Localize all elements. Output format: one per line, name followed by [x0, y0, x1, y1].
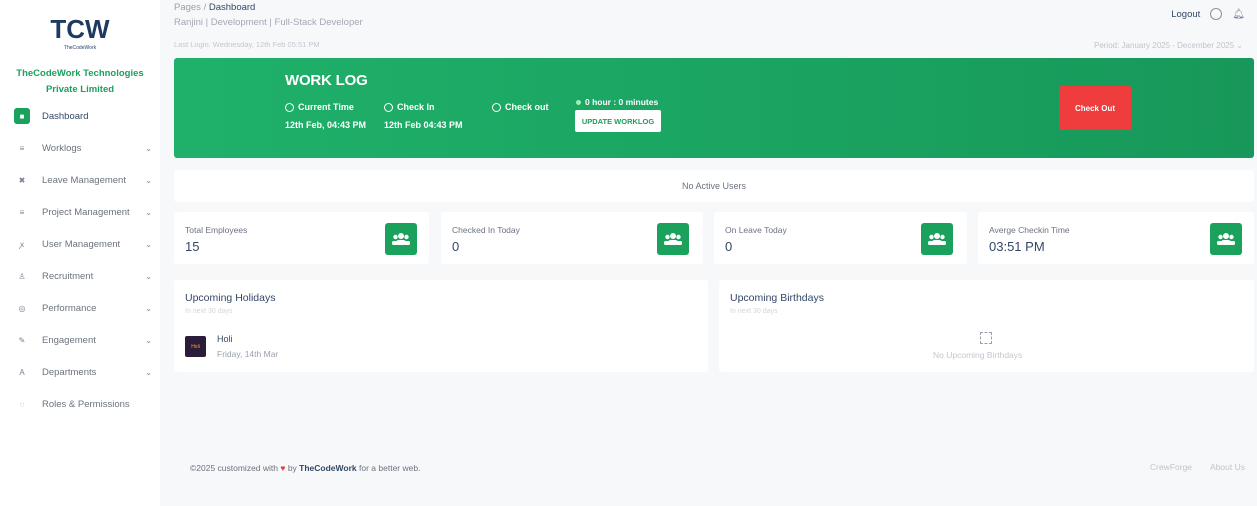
sidebar-item-roles-permissions[interactable]: ◌ Roles & Permissions [8, 388, 158, 420]
check-in: Check In 12th Feb 04:43 PM [384, 102, 463, 130]
holiday-date: Friday, 14th Mar [217, 349, 279, 359]
users-icon [921, 223, 953, 255]
birthdays-title: Upcoming Birthdays [730, 292, 824, 304]
sidebar-nav: ■ Dashboard ≡ Worklogs ⌄ ✖ Leave Management ⌄ ≡ P… [8, 100, 158, 420]
breadcrumb-pages[interactable]: Pages [174, 2, 201, 13]
clock-icon [384, 102, 393, 112]
check-out: Check out [492, 102, 549, 112]
sidebar-item-departments[interactable]: A Departments ⌄ [8, 356, 158, 388]
svg-text:TheCodeWork: TheCodeWork [64, 45, 97, 51]
user-subtitle: Ranjini | Development | Full-Stack Devel… [174, 17, 363, 28]
active-users-panel: No Active Users [174, 170, 1254, 202]
holiday-thumbnail: Holi [185, 336, 206, 357]
clock-icon [285, 102, 294, 112]
users-icon [1210, 223, 1242, 255]
sidebar-item-engagement[interactable]: ✎ Engagement ⌄ [8, 324, 158, 356]
list-icon: ≡ [19, 143, 25, 153]
stat-checked-in: Checked In Today 0 [441, 212, 703, 264]
update-worklog-button[interactable]: UPDATE WORKLOG [575, 110, 661, 132]
sidebar-item-label: Performance [42, 302, 97, 314]
account-icon[interactable] [1210, 8, 1223, 20]
company-logo-icon: TCW TheCodeWork [50, 14, 110, 51]
footer-links: CrewForge About Us [1150, 462, 1245, 472]
worklog-title: WORK LOG [285, 72, 368, 89]
sidebar-item-project-management[interactable]: ≡ Project Management ⌄ [8, 196, 158, 228]
footer-link-about[interactable]: About Us [1210, 462, 1245, 472]
clock-icon [492, 102, 501, 112]
no-active-users-text: No Active Users [681, 181, 747, 191]
users-icon: ꭗ [19, 239, 25, 249]
heart-icon: ♥ [280, 463, 286, 473]
logo[interactable]: TCW TheCodeWork [0, 0, 160, 54]
chevron-down-icon[interactable]: ⌄ [145, 144, 152, 153]
breadcrumb-separator: / [203, 2, 207, 13]
check-out-button[interactable]: Check Out [1059, 86, 1131, 130]
footer-brand-link[interactable]: TheCodeWork [299, 463, 356, 473]
breadcrumb: Pages / Dashboard [174, 2, 255, 13]
list-icon: ≡ [19, 207, 25, 217]
bell-icon[interactable]: 🔔︎ [1232, 9, 1245, 20]
performance-icon: ◎ [18, 303, 26, 313]
breadcrumb-current: Dashboard [208, 2, 256, 13]
sidebar-item-label: Engagement [42, 334, 96, 346]
holiday-name: Holi [217, 334, 233, 344]
svg-text:TCW: TCW [50, 14, 110, 44]
no-birthdays-text: No Upcoming Birthdays [933, 350, 1023, 360]
sidebar-item-performance[interactable]: ◎ Performance ⌄ [8, 292, 158, 324]
current-time-value: 12th Feb, 04:43 PM [285, 120, 367, 130]
sidebar-item-label: User Management [42, 238, 121, 250]
upcoming-holidays-card: Upcoming Holidays In next 30 days Holi H… [174, 280, 708, 372]
chevron-down-icon[interactable]: ⌄ [145, 368, 152, 377]
current-time: Current Time 12th Feb, 04:43 PM [285, 102, 367, 130]
sidebar: TCW TheCodeWork TheCodeWork Technologies… [0, 0, 160, 506]
chevron-down-icon[interactable]: ⌄ [145, 240, 152, 249]
check-in-value: 12th Feb 04:43 PM [384, 120, 463, 130]
worklog-banner: WORK LOG Current Time 12th Feb, 04:43 PM… [174, 58, 1254, 158]
sidebar-item-label: Project Management [42, 206, 130, 218]
stat-total-employees: Total Employees 15 [174, 212, 429, 264]
holidays-subtitle: In next 30 days [185, 308, 233, 315]
users-icon [657, 223, 689, 255]
birthdays-subtitle: In next 30 days [730, 308, 778, 315]
holidays-title: Upcoming Holidays [185, 292, 276, 304]
logout-link[interactable]: Logout [1171, 9, 1200, 20]
sidebar-item-label: Departments [42, 366, 97, 378]
sidebar-item-label: Dashboard [42, 110, 89, 122]
sidebar-item-label: Recruitment [42, 270, 94, 282]
engagement-icon: ✎ [18, 335, 26, 345]
stat-average-checkin: Averge Checkin Time 03:51 PM [978, 212, 1254, 264]
worklog-duration: 0 hour : 0 minutes [576, 97, 658, 107]
empty-state-icon [980, 332, 992, 344]
last-login: Last Login: Wednesday, 12th Feb 05:51 PM [174, 40, 320, 49]
chevron-down-icon[interactable]: ⌄ [145, 208, 152, 217]
grid-icon: ■ [14, 108, 30, 124]
upcoming-birthdays-card: Upcoming Birthdays In next 30 days No Up… [719, 280, 1254, 372]
sidebar-item-recruitment[interactable]: ♙ Recruitment ⌄ [8, 260, 158, 292]
sidebar-item-worklogs[interactable]: ≡ Worklogs ⌄ [8, 132, 158, 164]
sidebar-item-label: Leave Management [42, 174, 126, 186]
sidebar-item-label: Roles & Permissions [42, 398, 130, 410]
company-name: TheCodeWork Technologies Private Limited [16, 68, 144, 95]
recruit-icon: ♙ [18, 271, 26, 281]
close-icon: ✖ [18, 175, 26, 185]
sidebar-item-label: Worklogs [42, 142, 82, 154]
sidebar-item-dashboard[interactable]: ■ Dashboard [8, 100, 158, 132]
chevron-down-icon[interactable]: ⌄ [145, 272, 152, 281]
roles-icon: ◌ [19, 399, 25, 409]
period-select[interactable]: Period: January 2025 - December 2025 ⌄ [1094, 41, 1243, 50]
chevron-down-icon[interactable]: ⌄ [145, 304, 152, 313]
topbar-actions: Logout 🔔︎ [1171, 8, 1245, 20]
stat-on-leave: On Leave Today 0 [714, 212, 967, 264]
chevron-down-icon[interactable]: ⌄ [145, 336, 152, 345]
sidebar-item-user-management[interactable]: ꭗ User Management ⌄ [8, 228, 158, 260]
footer-link-crewforge[interactable]: CrewForge [1150, 462, 1192, 472]
users-icon [385, 223, 417, 255]
status-dot-icon [576, 99, 581, 105]
chevron-down-icon[interactable]: ⌄ [145, 176, 152, 185]
departments-icon: A [19, 367, 25, 377]
footer: ©2025 customized with ♥ by TheCodeWork f… [190, 463, 421, 473]
sidebar-item-leave-management[interactable]: ✖ Leave Management ⌄ [8, 164, 158, 196]
